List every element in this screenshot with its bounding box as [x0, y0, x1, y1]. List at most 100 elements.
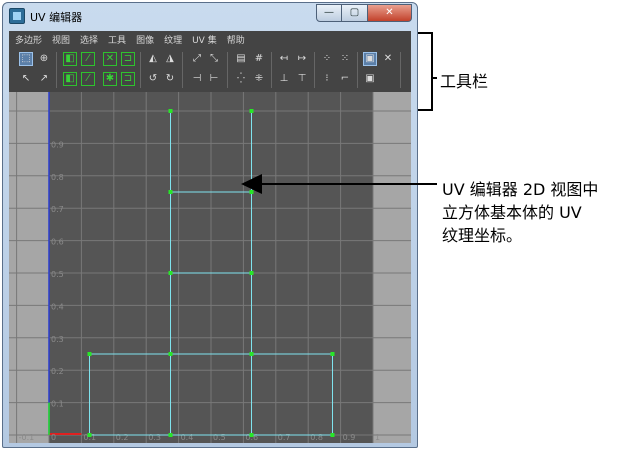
menu-textures[interactable]: 纹理: [164, 33, 182, 46]
uv-vertex: [87, 433, 92, 437]
v-tick-label: 0.8: [51, 173, 64, 182]
toolbar-button-19[interactable]: ↖: [19, 72, 33, 86]
u-tick-label: 0.9: [343, 433, 356, 442]
v-tick-label: 0.3: [51, 335, 64, 344]
uv-canvas[interactable]: 0.90.80.70.60.50.40.30.20.1-0.1 0 0.1 0.2 0.…: [9, 92, 411, 443]
toolbar-button-15[interactable]: ⁘: [320, 52, 334, 66]
v-tick-label: 0.5: [51, 270, 64, 279]
toolbar-button-35[interactable]: ▣: [363, 72, 377, 86]
toolbar-button-3[interactable]: ◧: [63, 52, 77, 66]
u-tick-label: 0.3: [148, 433, 161, 442]
toolbar-button-16[interactable]: ⁙: [338, 52, 352, 66]
toolbar-button-9[interactable]: ⤢: [190, 52, 204, 66]
uv-vertex: [168, 190, 173, 194]
toolbar-separator: [182, 52, 183, 88]
toolbar-callout-label: 工具栏: [440, 72, 489, 91]
toolbar-button-7[interactable]: ◭: [146, 52, 160, 66]
toolbar-button-20[interactable]: ↗: [37, 72, 51, 86]
uv-editor-window: UV 编辑器 — ▢ ✕ 多边形 视图 选择 工具 图像 纹理 UV 集 帮助 …: [2, 2, 418, 448]
toolbar-button-30[interactable]: ⁜: [252, 72, 266, 86]
toolbar-button-2[interactable]: ⊕: [37, 52, 51, 66]
toolbar-separator: [227, 52, 228, 88]
u-tick-label: 0.2: [116, 433, 129, 442]
toolbar-button-6[interactable]: ⊐: [121, 52, 135, 66]
toolbar-button-24[interactable]: ⊐: [121, 72, 135, 86]
v-tick-label: 0.4: [51, 302, 64, 311]
menu-bar: 多边形 视图 选择 工具 图像 纹理 UV 集 帮助: [9, 31, 411, 48]
u-tick-label: -0.1: [19, 433, 35, 442]
v-tick-label: 0.6: [51, 238, 64, 247]
toolbar-button-33[interactable]: ⁝: [320, 72, 334, 86]
toolbar-separator: [140, 52, 141, 88]
toolbar-separator: [357, 52, 358, 88]
v-tick-label: 0.2: [51, 367, 64, 376]
uv-vertex: [249, 190, 254, 194]
toolbar-bracket: [418, 32, 433, 111]
title-bar[interactable]: UV 编辑器 — ▢ ✕: [3, 3, 417, 29]
uv-vertex: [249, 109, 254, 113]
toolbar-button-14[interactable]: ↦: [295, 52, 309, 66]
toolbar: ⬚ ⊕ ◧ ⁄ ✕ ⊐ ◭ ◮ ⤢ ⤡ ▤ # ↤ ↦ ⁘ ⁙ ▣ ✕ ↖ ↗ …: [9, 48, 411, 92]
toolbar-button-25[interactable]: ↺: [146, 72, 160, 86]
toolbar-button-28[interactable]: ⊢: [207, 72, 221, 86]
v-tick-label: 0.7: [51, 205, 64, 214]
uv-vertex: [168, 352, 173, 356]
menu-image[interactable]: 图像: [136, 33, 154, 46]
v-tick-label: 0.9: [51, 140, 64, 149]
toolbar-button-23[interactable]: ✱: [103, 72, 117, 86]
uv-viewport[interactable]: 0.9 0.8 0.7 0.6 0.5 0.4 0.3 0.2 0.1 -0.1 0 0.1 0.2 0.…: [9, 92, 411, 443]
toolbar-button-32[interactable]: ⊤: [295, 72, 309, 86]
toolbar-separator: [400, 52, 401, 88]
menu-uv-sets[interactable]: UV 集: [192, 33, 217, 46]
toolbar-separator: [314, 52, 315, 88]
u-tick-label: 0: [51, 433, 56, 442]
app-icon: [9, 8, 25, 24]
toolbar-button-8[interactable]: ◮: [163, 52, 177, 66]
u-tick-label: 0.5: [213, 433, 226, 442]
toolbar-button-12[interactable]: #: [252, 52, 266, 66]
menu-help[interactable]: 帮助: [227, 33, 245, 46]
uv-vertex: [168, 433, 173, 437]
toolbar-separator: [56, 52, 57, 88]
client-area: 多边形 视图 选择 工具 图像 纹理 UV 集 帮助 ⬚ ⊕ ◧ ⁄ ✕ ⊐ ◭…: [9, 31, 411, 443]
toolbar-button-34[interactable]: ⌐: [338, 72, 352, 86]
close-button[interactable]: ✕: [368, 4, 412, 22]
description-line: UV 编辑器 2D 视图中: [442, 180, 599, 199]
toolbar-button-10[interactable]: ⤡: [207, 52, 221, 66]
toolbar-button-4[interactable]: ⁄: [81, 52, 95, 66]
window-title: UV 编辑器: [30, 11, 83, 24]
uv-vertex: [249, 433, 254, 437]
toolbar-button-18[interactable]: ✕: [381, 52, 395, 66]
uv-vertex: [168, 109, 173, 113]
uv-vertex: [168, 271, 173, 275]
outside-range-right: [373, 92, 411, 443]
uv-vertex: [249, 271, 254, 275]
toolbar-button-1[interactable]: ⬚: [19, 52, 33, 66]
u-tick-label: 0.4: [181, 433, 194, 442]
toolbar-button-13[interactable]: ↤: [277, 52, 291, 66]
uv-vertex: [330, 352, 335, 356]
toolbar-button-17[interactable]: ▣: [363, 52, 377, 66]
toolbar-button-27[interactable]: ⊣: [190, 72, 204, 86]
uv-vertex: [87, 352, 92, 356]
toolbar-button-11[interactable]: ▤: [234, 52, 248, 66]
toolbar-button-5[interactable]: ✕: [103, 52, 117, 66]
toolbar-button-21[interactable]: ◧: [63, 72, 77, 86]
minimize-button[interactable]: —: [316, 4, 342, 22]
toolbar-button-31[interactable]: ⊥: [277, 72, 291, 86]
description-line: 立方体基本体的 UV: [442, 203, 582, 222]
maximize-button[interactable]: ▢: [342, 4, 368, 22]
u-tick-label: 0.8: [310, 433, 323, 442]
toolbar-button-29[interactable]: ⁛: [234, 72, 248, 86]
toolbar-button-26[interactable]: ↻: [163, 72, 177, 86]
menu-polygons[interactable]: 多边形: [15, 33, 42, 46]
toolbar-button-22[interactable]: ⁄: [81, 72, 95, 86]
u-tick-label: 0.7: [278, 433, 291, 442]
window-controls: — ▢ ✕: [316, 4, 412, 22]
menu-tool[interactable]: 工具: [108, 33, 126, 46]
outside-range-left: [9, 92, 49, 443]
menu-view[interactable]: 视图: [52, 33, 70, 46]
uv-vertex: [249, 352, 254, 356]
menu-select[interactable]: 选择: [80, 33, 98, 46]
toolbar-separator: [271, 52, 272, 88]
